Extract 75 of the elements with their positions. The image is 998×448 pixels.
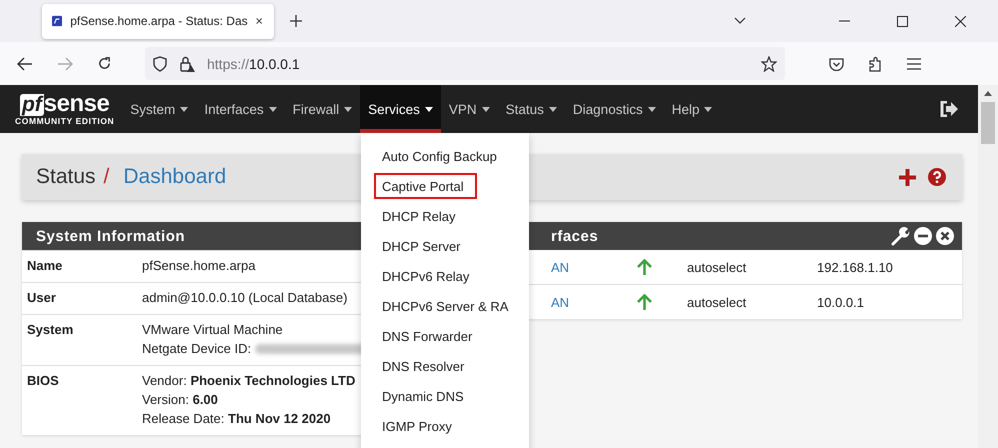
menu-item[interactable]: DNS Resolver [361,351,529,381]
add-icon[interactable] [899,168,916,186]
caret-icon [344,106,352,112]
scrollbar-thumb[interactable] [981,102,995,144]
table-cell-text: autoselect [687,294,748,310]
menu-item[interactable]: DHCP Relay [361,201,529,231]
row-label: BIOS [27,373,60,390]
table-cell: 192.168.1.10 [817,260,893,274]
address-bar[interactable]: https://10.0.0.1 [145,47,785,80]
reload-icon[interactable] [97,56,112,71]
row-label: System [27,322,74,339]
caret-icon [424,106,433,112]
menu-item[interactable]: Auto Config Backup [361,141,529,171]
close-icon[interactable] [955,16,966,26]
nav-menu[interactable]: VPN [440,85,498,133]
caret-icon [180,106,188,112]
pfsense-logo[interactable]: pfsense COMMUNITY EDITION [15,92,114,126]
back-icon[interactable] [17,56,33,70]
row-value: Netgate Device ID: [142,341,252,356]
new-tab-icon[interactable] [290,15,302,27]
scroll-up-icon[interactable] [984,91,992,96]
nav-menu[interactable]: Firewall [284,85,360,133]
breadcrumb-parent[interactable]: Status [36,165,96,189]
nav-menu[interactable]: Services [360,85,441,133]
browser-tab[interactable]: pfSense.home.arpa - Status: Das [42,4,274,38]
maximize-icon[interactable] [897,16,908,26]
close-panel-icon[interactable] [936,227,954,245]
row-value: admin@10.0.0.10 (Local Database) [142,290,348,305]
breadcrumb-separator: / [104,165,110,189]
favicon-icon [52,13,62,29]
caret-icon [482,106,490,112]
url-text: https://10.0.0.1 [207,56,300,72]
row-label: Name [27,258,64,273]
breadcrumb-current[interactable]: Dashboard [123,165,226,189]
menu-item[interactable]: DHCPv6 Relay [361,261,529,291]
minimize-panel-icon[interactable] [914,227,932,245]
puzzle-icon[interactable] [868,56,883,72]
minimize-icon[interactable] [839,20,850,22]
nav-menu[interactable]: Status [498,85,565,133]
shield-icon[interactable] [153,56,167,72]
menu-item[interactable]: IGMP Proxy [361,411,529,441]
table-cell-text: autoselect [687,260,748,274]
menu-item[interactable]: DHCPv6 Server & RA [361,291,529,321]
row-value: Vendor: Phoenix Technologies LTD [142,373,356,388]
menu-item[interactable]: Captive Portal [374,173,477,199]
star-icon[interactable] [761,56,777,72]
panel-title: rfaces [550,228,598,244]
menu-item[interactable]: DHCP Server [361,231,529,261]
menu-icon[interactable] [907,58,921,70]
nav-menu[interactable]: Help [664,85,720,133]
nav-menu[interactable]: Diagnostics [564,85,664,133]
row-value: VMware Virtual Machine [142,322,283,337]
caret-icon [268,106,277,112]
chevron-down-icon[interactable] [734,17,746,25]
scrollbar[interactable] [978,85,998,448]
wrench-icon[interactable] [891,226,910,246]
help-icon[interactable] [928,168,946,186]
pocket-icon[interactable] [829,56,844,70]
lock-warning-icon[interactable] [179,56,195,72]
row-value: Version: 6.00 [142,392,218,407]
tab-title: pfSense.home.arpa - Status: Das [70,14,248,28]
menu-item[interactable]: Dynamic DNS [361,381,529,411]
caret-icon [548,106,557,112]
row-label: User [27,290,57,305]
nav-menu[interactable]: System [122,85,196,133]
nav-menu[interactable]: Interfaces [196,85,285,133]
table-cell: 10.0.0.1 [817,294,864,310]
menu-item[interactable]: DNS Forwarder [361,321,529,351]
caret-icon [648,106,656,112]
row-value: Release Date: Thu Nov 12 2020 [142,411,331,426]
row-value: pfSense.home.arpa [142,258,256,273]
close-icon[interactable] [256,16,262,26]
logout-icon[interactable] [940,101,958,117]
caret-icon [704,106,712,112]
panel-title: System Information [35,228,186,244]
